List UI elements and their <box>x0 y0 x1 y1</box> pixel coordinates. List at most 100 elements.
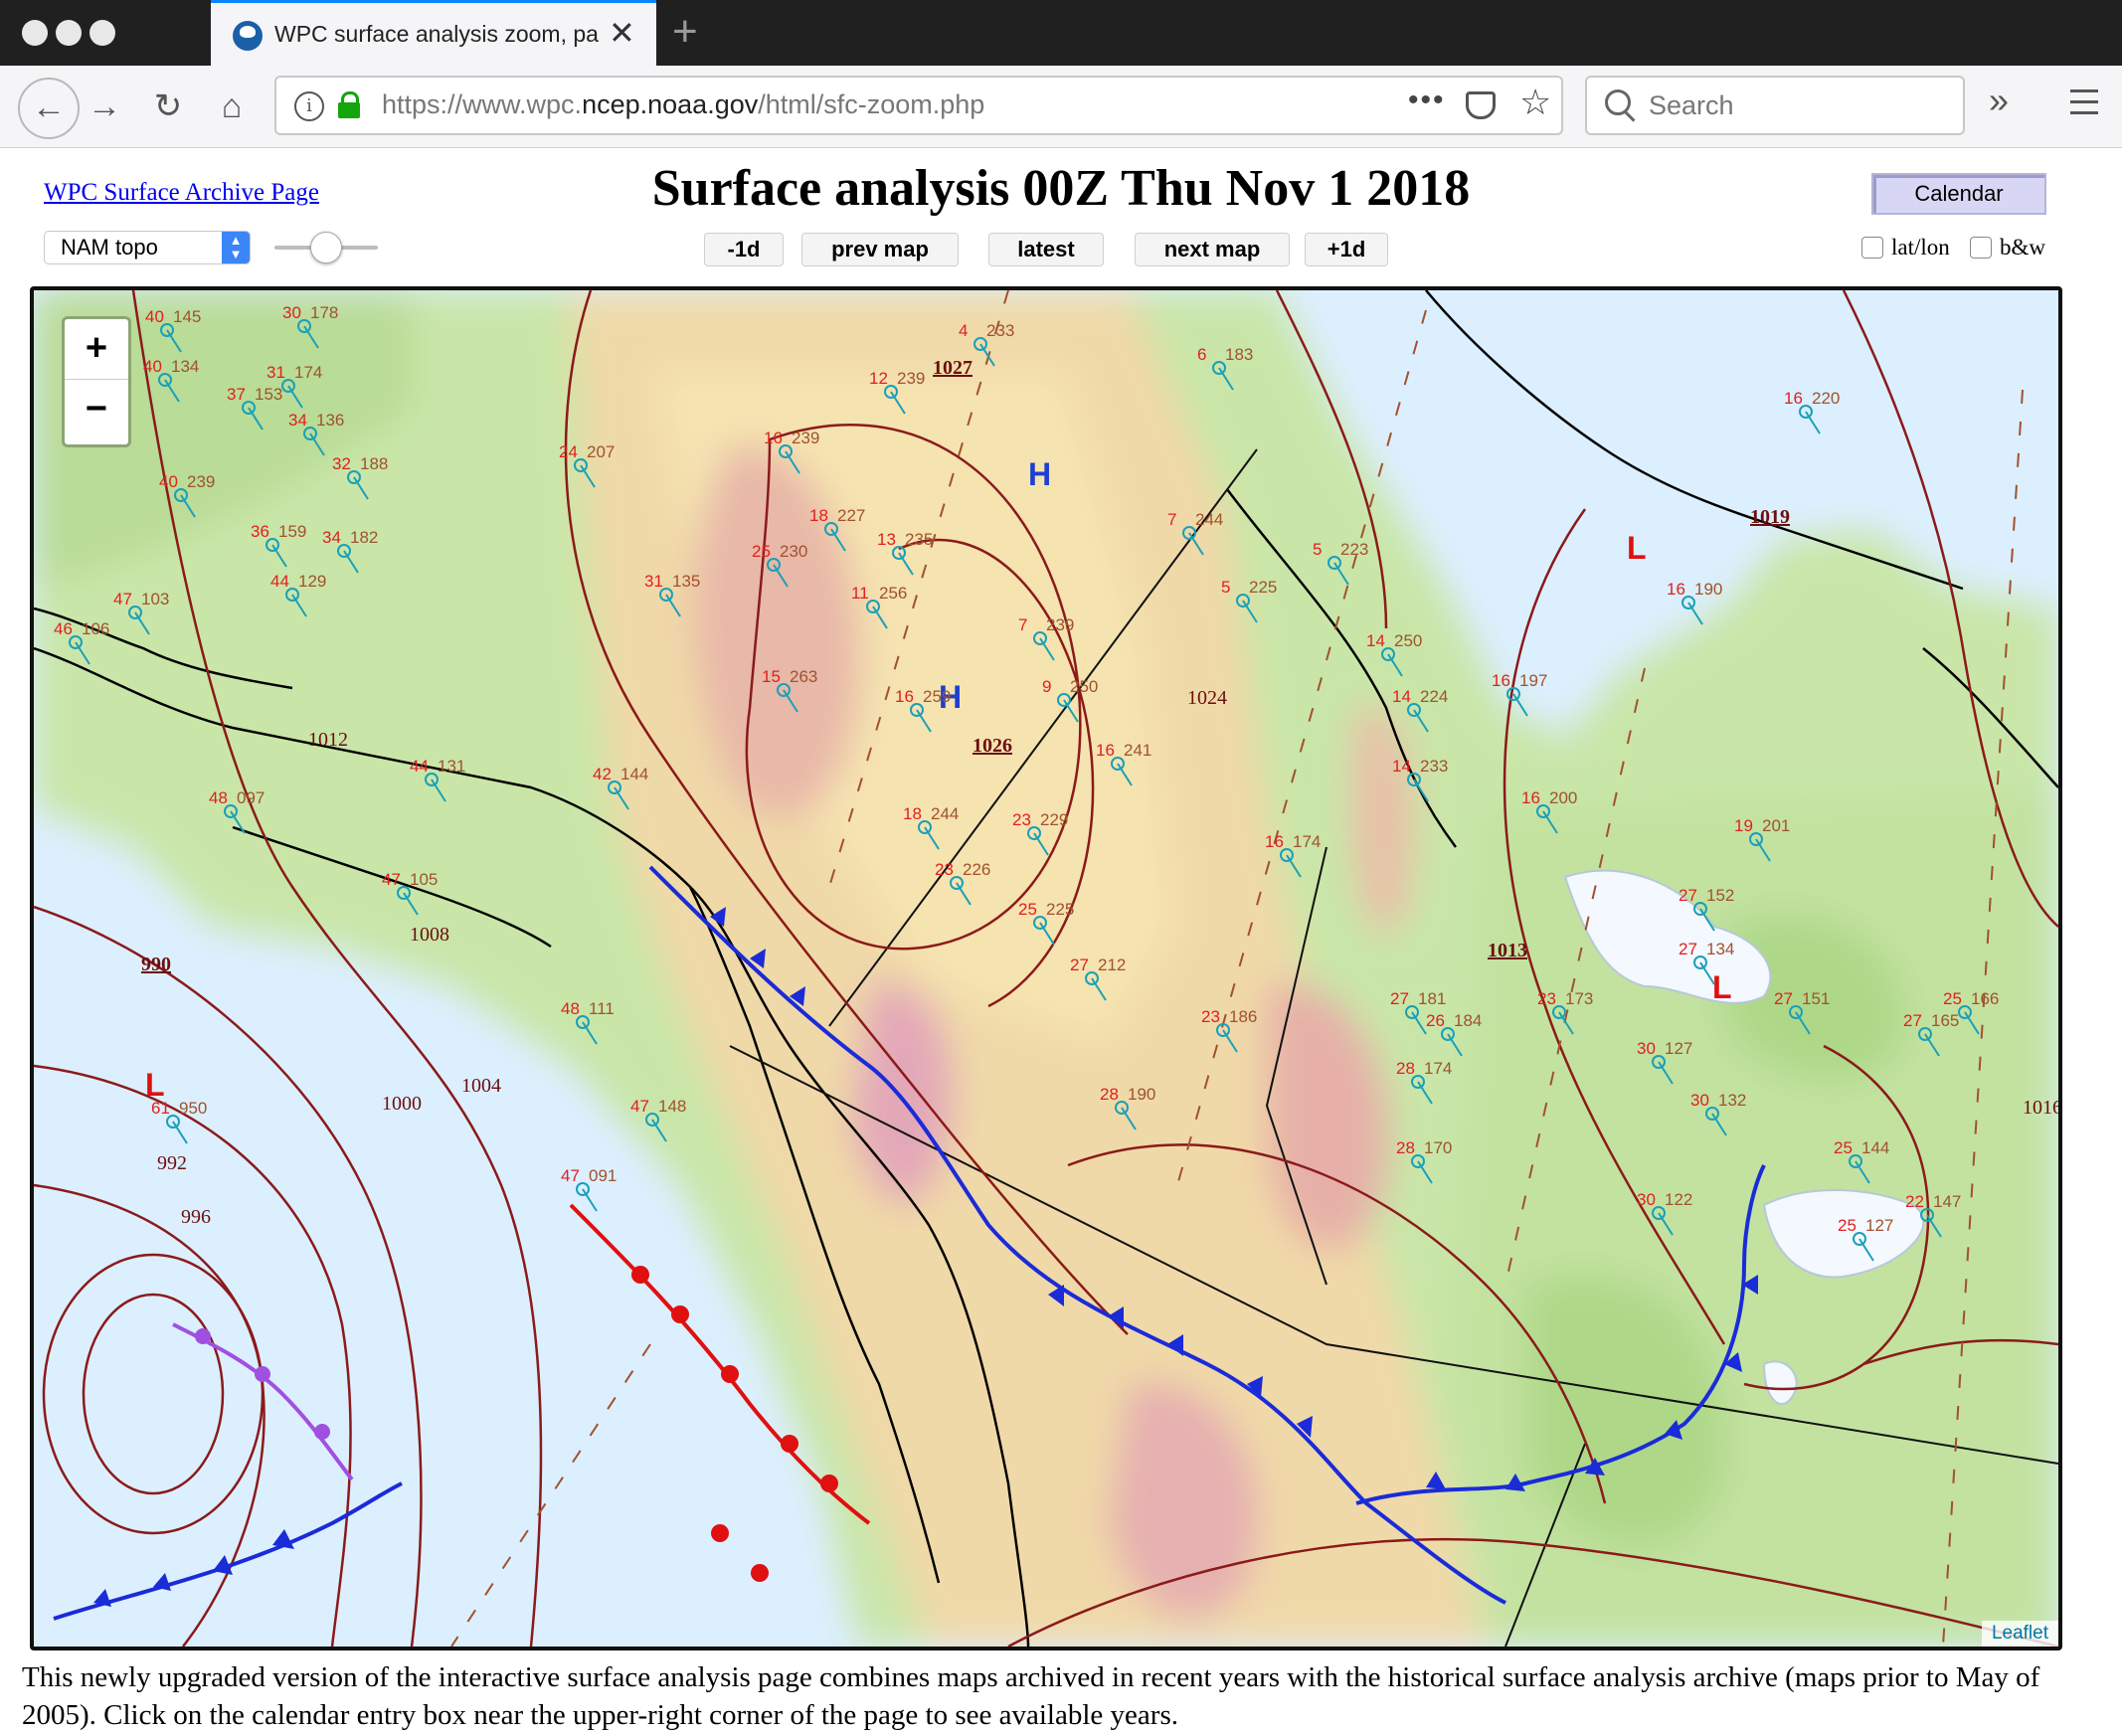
station-temperature: 47 <box>561 1166 580 1185</box>
info-icon[interactable]: i <box>294 91 324 121</box>
station-temperature: 37 <box>227 385 246 404</box>
station-pressure: 233 <box>1420 757 1448 776</box>
station-pressure: 233 <box>986 321 1014 340</box>
opacity-slider[interactable] <box>274 232 378 263</box>
surface-analysis-map[interactable]: 1027 1026 1024 1019 1016 1013 1012 1008 … <box>30 286 2062 1650</box>
station-temperature: 44 <box>270 572 289 591</box>
bw-checkbox[interactable] <box>1970 237 1992 259</box>
isobar-label-1016: 1016 <box>2023 1097 2058 1119</box>
station-temperature: 40 <box>143 357 162 376</box>
station-temperature: 40 <box>145 307 164 326</box>
station-temperature: 47 <box>630 1097 649 1116</box>
bookmark-star-icon[interactable]: ☆ <box>1519 82 1551 123</box>
station-temperature: 27 <box>1774 989 1793 1008</box>
station-temperature: 19 <box>1734 816 1753 835</box>
station-pressure: 144 <box>1861 1138 1889 1157</box>
pocket-icon[interactable] <box>1466 91 1496 119</box>
station-temperature: 23 <box>1537 989 1556 1008</box>
isobar-label-1027: 1027 <box>933 357 973 379</box>
zoom-in-button[interactable]: + <box>65 319 128 380</box>
reload-icon[interactable]: ↻ <box>145 84 191 129</box>
station-pressure: 190 <box>1128 1085 1155 1104</box>
station-pressure: 181 <box>1418 989 1446 1008</box>
slider-thumb[interactable] <box>310 232 342 263</box>
station-pressure: 127 <box>1865 1216 1893 1235</box>
isobar-label-1000: 1000 <box>382 1093 422 1115</box>
station-pressure: 241 <box>1124 741 1151 760</box>
station-pressure: 178 <box>310 303 338 322</box>
isobar-label-1019: 1019 <box>1750 506 1790 528</box>
window-close-button[interactable] <box>22 20 48 46</box>
url-text[interactable]: https://www.wpc.ncep.noaa.gov/html/sfc-z… <box>382 89 984 120</box>
window-maximize-button[interactable] <box>89 20 115 46</box>
new-tab-icon[interactable]: + <box>672 8 698 56</box>
forward-arrow-icon[interactable]: → <box>82 84 127 129</box>
station-pressure: 111 <box>589 999 615 1018</box>
overflow-chevron-icon[interactable]: » <box>1989 80 2009 121</box>
back-arrow-icon[interactable]: ← <box>18 78 80 139</box>
station-pressure: 263 <box>790 667 817 686</box>
station-pressure: 174 <box>1424 1059 1452 1078</box>
station-temperature: 23 <box>1012 810 1031 829</box>
prev-map-button[interactable]: prev map <box>801 233 959 266</box>
station-pressure: 131 <box>438 757 465 776</box>
station-pressure: 174 <box>294 363 322 382</box>
station-pressure: 127 <box>1665 1039 1692 1058</box>
url-bar[interactable]: i https://www.wpc.ncep.noaa.gov/html/sfc… <box>274 76 1563 135</box>
map-type-select[interactable]: NAM topo ▲ ▼ <box>44 231 251 264</box>
next-map-button[interactable]: next map <box>1135 233 1290 266</box>
zoom-out-button[interactable]: − <box>65 380 128 439</box>
station-pressure: 256 <box>879 584 907 603</box>
isobar-label-1013: 1013 <box>1488 940 1527 961</box>
station-temperature: 14 <box>1366 631 1385 650</box>
station-temperature: 27 <box>1679 940 1697 958</box>
station-pressure: 259 <box>923 687 951 706</box>
latlon-checkbox[interactable] <box>1861 237 1883 259</box>
station-pressure: 250 <box>1394 631 1422 650</box>
search-placeholder: Search <box>1649 90 1734 120</box>
station-temperature: 48 <box>561 999 580 1018</box>
station-pressure: 188 <box>360 454 388 473</box>
station-pressure: 225 <box>1046 900 1074 919</box>
station-temperature: 34 <box>322 528 341 547</box>
isobar-label-1008: 1008 <box>410 924 449 946</box>
station-temperature: 25 <box>1018 900 1037 919</box>
station-pressure: 136 <box>316 411 344 430</box>
browser-tab[interactable]: WPC surface analysis zoom, pa ✕ <box>211 0 656 66</box>
plus-1d-button[interactable]: +1d <box>1305 233 1388 266</box>
latlon-label: lat/lon <box>1891 235 1950 260</box>
station-pressure: 220 <box>1812 389 1840 408</box>
home-icon[interactable]: ⌂ <box>209 84 255 129</box>
station-temperature: 25 <box>752 542 771 561</box>
window-minimize-button[interactable] <box>56 20 82 46</box>
minus-1d-button[interactable]: -1d <box>704 233 784 266</box>
search-box[interactable]: Search <box>1585 76 1965 135</box>
low-pressure-center: L <box>145 1067 165 1103</box>
footer-description: This newly upgraded version of the inter… <box>22 1661 2040 1731</box>
map-type-value: NAM topo <box>61 235 158 260</box>
calendar-button[interactable]: Calendar <box>1871 173 2046 215</box>
station-temperature: 30 <box>282 303 301 322</box>
tab-title: WPC surface analysis zoom, pa <box>274 21 599 47</box>
tab-close-icon[interactable]: ✕ <box>609 15 635 51</box>
isobar-label-1012: 1012 <box>308 729 348 751</box>
leaflet-attribution-link[interactable]: Leaflet <box>1981 1621 2058 1647</box>
station-temperature: 28 <box>1396 1138 1415 1157</box>
station-temperature: 14 <box>1392 687 1411 706</box>
station-pressure: 250 <box>1070 677 1098 696</box>
lock-icon[interactable] <box>338 91 360 118</box>
station-pressure: 239 <box>187 472 215 491</box>
page-actions-icon[interactable]: ••• <box>1408 84 1446 117</box>
latest-button[interactable]: latest <box>988 233 1104 266</box>
low-pressure-center: L <box>1627 530 1647 566</box>
station-pressure: 145 <box>173 307 201 326</box>
station-pressure: 152 <box>1706 886 1734 905</box>
isobar-label-1024: 1024 <box>1187 687 1227 709</box>
hamburger-menu-icon[interactable] <box>2070 89 2098 122</box>
station-temperature: 30 <box>1637 1190 1656 1209</box>
station-pressure: 207 <box>587 442 615 461</box>
station-temperature: 48 <box>209 788 228 807</box>
station-temperature: 16 <box>895 687 914 706</box>
station-pressure: 091 <box>589 1166 617 1185</box>
station-pressure: 132 <box>1718 1091 1746 1110</box>
